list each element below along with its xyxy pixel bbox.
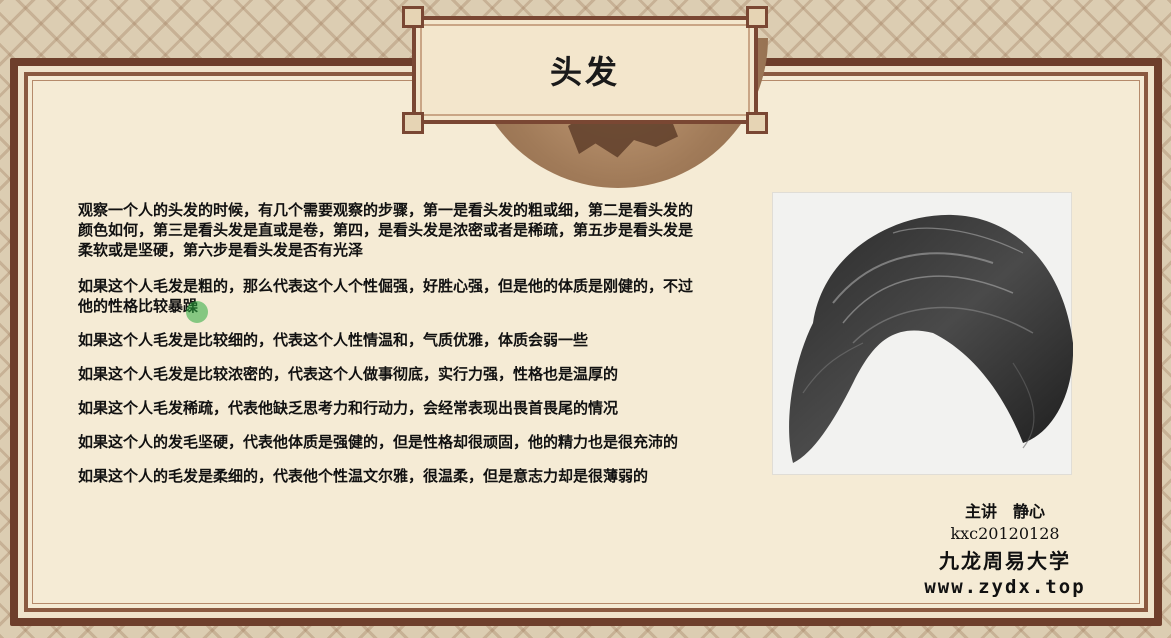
- slide-body: 观察一个人的头发的时候，有几个需要观察的步骤，第一是看头发的粗或细，第二是看头发…: [78, 200, 703, 500]
- paragraph-coarse: 如果这个人毛发是粗的，那么代表这个人个性倔强，好胜心强，但是他的体质是刚健的，不…: [78, 277, 694, 315]
- paragraph-fine: 如果这个人毛发是比较细的，代表这个人性情温和，气质优雅，体质会弱一些: [78, 331, 589, 349]
- slide-title: 头发: [549, 53, 620, 91]
- paragraph-hard: 如果这个人的发毛坚硬，代表他体质是强健的，但是性格却很顽固，他的精力也是很充沛的: [78, 433, 679, 451]
- paragraph-soft: 如果这个人的毛发是柔细的，代表他个性温文尔雅，很温柔，但是意志力却是很薄弱的: [78, 467, 649, 485]
- speaker-name: 主讲 静心: [964, 502, 1045, 521]
- paragraph-intro: 观察一个人的头发的时候，有几个需要观察的步骤，第一是看头发的粗或细，第二是看头发…: [78, 201, 694, 259]
- paragraph-sparse: 如果这个人毛发稀疏，代表他缺乏思考力和行动力，会经常表现出畏首畏尾的情况: [78, 399, 619, 417]
- title-plaque: 头发: [402, 6, 768, 134]
- organization-url: www.zydx.top: [924, 576, 1086, 598]
- paragraph-dense: 如果这个人毛发是比较浓密的，代表这个人做事彻底，实行力强，性格也是温厚的: [78, 365, 619, 383]
- organization-name: 九龙周易大学: [939, 549, 1071, 573]
- pointer-highlight: [186, 301, 208, 323]
- hair-illustration: [789, 214, 1074, 463]
- speaker-id: kxc20120128: [950, 524, 1060, 543]
- presenter-credit: 主讲 静心 kxc20120128 九龙周易大学 www.zydx.top: [900, 498, 1110, 598]
- hair-image: [772, 192, 1074, 475]
